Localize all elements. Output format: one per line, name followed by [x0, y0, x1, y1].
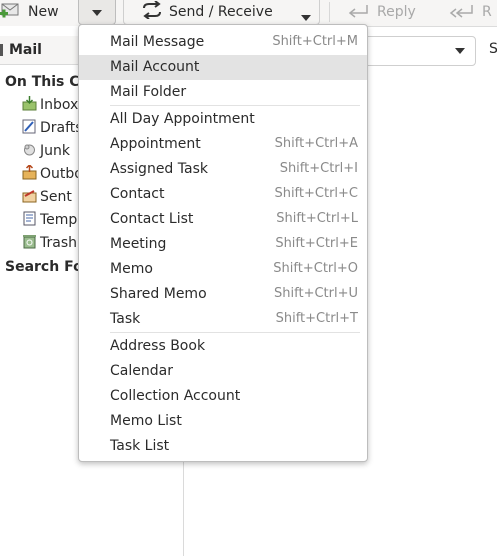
- sent-icon: [22, 188, 37, 207]
- menu-item-memo-list[interactable]: Memo List: [79, 409, 367, 434]
- folder-label: Outbo: [40, 166, 83, 182]
- folder-sent[interactable]: Sent: [22, 187, 72, 207]
- menu-item-contact-list[interactable]: Contact List Shift+Ctrl+L: [79, 207, 367, 232]
- send-receive-chevron-icon[interactable]: [301, 9, 311, 25]
- account-label[interactable]: On This Co: [5, 74, 89, 90]
- menu-item-label: Memo List: [110, 413, 182, 429]
- folder-label: Inbox: [40, 97, 79, 113]
- menu-item-label: Memo: [110, 261, 153, 277]
- menu-item-calendar[interactable]: Calendar: [79, 359, 367, 384]
- reply-button[interactable]: Reply: [345, 0, 416, 24]
- menu-item-shared-memo[interactable]: Shared Memo Shift+Ctrl+U: [79, 282, 367, 307]
- menu-item-label: Mail Folder: [110, 84, 187, 100]
- view-select[interactable]: [352, 36, 476, 66]
- menu-item-label: Address Book: [110, 338, 206, 354]
- menu-item-task[interactable]: Task Shift+Ctrl+T: [79, 307, 367, 332]
- menu-item-label: Collection Account: [110, 388, 241, 404]
- menu-item-collection-account[interactable]: Collection Account: [79, 384, 367, 409]
- send-receive-icon: [141, 0, 163, 23]
- menu-item-memo[interactable]: Memo Shift+Ctrl+O: [79, 257, 367, 282]
- chevron-down-icon: [455, 48, 465, 54]
- reply-all-button[interactable]: R: [448, 0, 492, 24]
- search-folders-label[interactable]: Search Fol: [5, 259, 87, 275]
- folder-drafts[interactable]: Drafts: [22, 118, 83, 138]
- menu-item-task-list[interactable]: Task List: [79, 434, 367, 459]
- folder-label: Templ: [40, 212, 82, 228]
- menu-item-label: Meeting: [110, 236, 167, 252]
- folder-inbox[interactable]: Inbox: [22, 95, 78, 115]
- outbox-icon: [22, 163, 37, 184]
- menu-item-label: Contact: [110, 186, 165, 202]
- reply-all-icon: [448, 1, 476, 23]
- menu-item-label: Shared Memo: [110, 286, 207, 302]
- menu-item-all-day-appointment[interactable]: All Day Appointment: [79, 107, 367, 132]
- menu-item-assigned-task[interactable]: Assigned Task Shift+Ctrl+I: [79, 157, 367, 182]
- new-mail-icon: [0, 0, 22, 24]
- toolbar-separator: [329, 2, 330, 22]
- templates-icon: [22, 211, 37, 230]
- menu-item-shortcut: Shift+Ctrl+C: [274, 186, 358, 201]
- search-label: S: [489, 41, 497, 57]
- menu-item-contact[interactable]: Contact Shift+Ctrl+C: [79, 182, 367, 207]
- mail-header-label: Mail: [9, 42, 42, 58]
- folder-trash[interactable]: Trash: [22, 233, 77, 253]
- menu-item-shortcut: Shift+Ctrl+L: [276, 211, 358, 226]
- drafts-icon: [22, 119, 37, 138]
- send-receive-label: Send / Receive: [169, 4, 273, 20]
- menu-item-meeting[interactable]: Meeting Shift+Ctrl+E: [79, 232, 367, 257]
- new-item-menu: Mail Message Shift+Ctrl+M Mail Account M…: [78, 24, 368, 462]
- folder-label: Sent: [40, 189, 72, 205]
- menu-item-shortcut: Shift+Ctrl+M: [272, 34, 358, 49]
- menu-item-mail-folder[interactable]: Mail Folder: [79, 80, 367, 105]
- folder-junk[interactable]: Junk: [22, 141, 70, 161]
- menu-item-label: Mail Account: [110, 59, 200, 75]
- new-dropdown-button[interactable]: [78, 0, 116, 25]
- menu-item-label: All Day Appointment: [110, 111, 255, 127]
- new-button-label: New: [28, 4, 59, 20]
- send-receive-button[interactable]: Send / Receive: [123, 0, 320, 25]
- new-button[interactable]: New: [0, 0, 59, 24]
- trash-icon: [22, 234, 37, 253]
- menu-item-shortcut: Shift+Ctrl+I: [279, 161, 358, 176]
- reply-all-label: R: [482, 4, 492, 20]
- folder-label: Junk: [40, 143, 70, 159]
- mail-header-icon: [0, 44, 3, 56]
- menu-item-label: Task List: [110, 438, 170, 454]
- menu-item-shortcut: Shift+Ctrl+O: [273, 261, 358, 276]
- menu-item-address-book[interactable]: Address Book: [79, 334, 367, 359]
- menu-separator: [110, 332, 360, 333]
- reply-button-label: Reply: [377, 4, 416, 20]
- inbox-icon: [22, 95, 37, 115]
- menu-item-shortcut: Shift+Ctrl+T: [275, 311, 358, 326]
- menu-item-shortcut: Shift+Ctrl+U: [274, 286, 358, 301]
- junk-icon: [22, 142, 37, 161]
- menu-item-mail-message[interactable]: Mail Message Shift+Ctrl+M: [79, 30, 367, 55]
- folder-templates[interactable]: Templ: [22, 210, 81, 230]
- main-toolbar: New Send / Receive Reply R: [0, 0, 497, 27]
- reply-icon: [345, 1, 371, 23]
- menu-separator: [110, 105, 360, 106]
- menu-item-label: Assigned Task: [110, 161, 208, 177]
- menu-item-label: Calendar: [110, 363, 173, 379]
- folder-label: Drafts: [40, 120, 83, 136]
- chevron-down-icon: [92, 4, 102, 20]
- menu-item-shortcut: Shift+Ctrl+E: [275, 236, 358, 251]
- menu-item-label: Appointment: [110, 136, 201, 152]
- menu-item-label: Contact List: [110, 211, 194, 227]
- folder-outbox[interactable]: Outbo: [22, 163, 83, 184]
- menu-item-appointment[interactable]: Appointment Shift+Ctrl+A: [79, 132, 367, 157]
- folder-label: Trash: [40, 235, 77, 251]
- menu-item-label: Task: [110, 311, 141, 327]
- menu-item-shortcut: Shift+Ctrl+A: [274, 136, 358, 151]
- menu-item-mail-account[interactable]: Mail Account: [79, 55, 367, 80]
- menu-item-label: Mail Message: [110, 34, 205, 50]
